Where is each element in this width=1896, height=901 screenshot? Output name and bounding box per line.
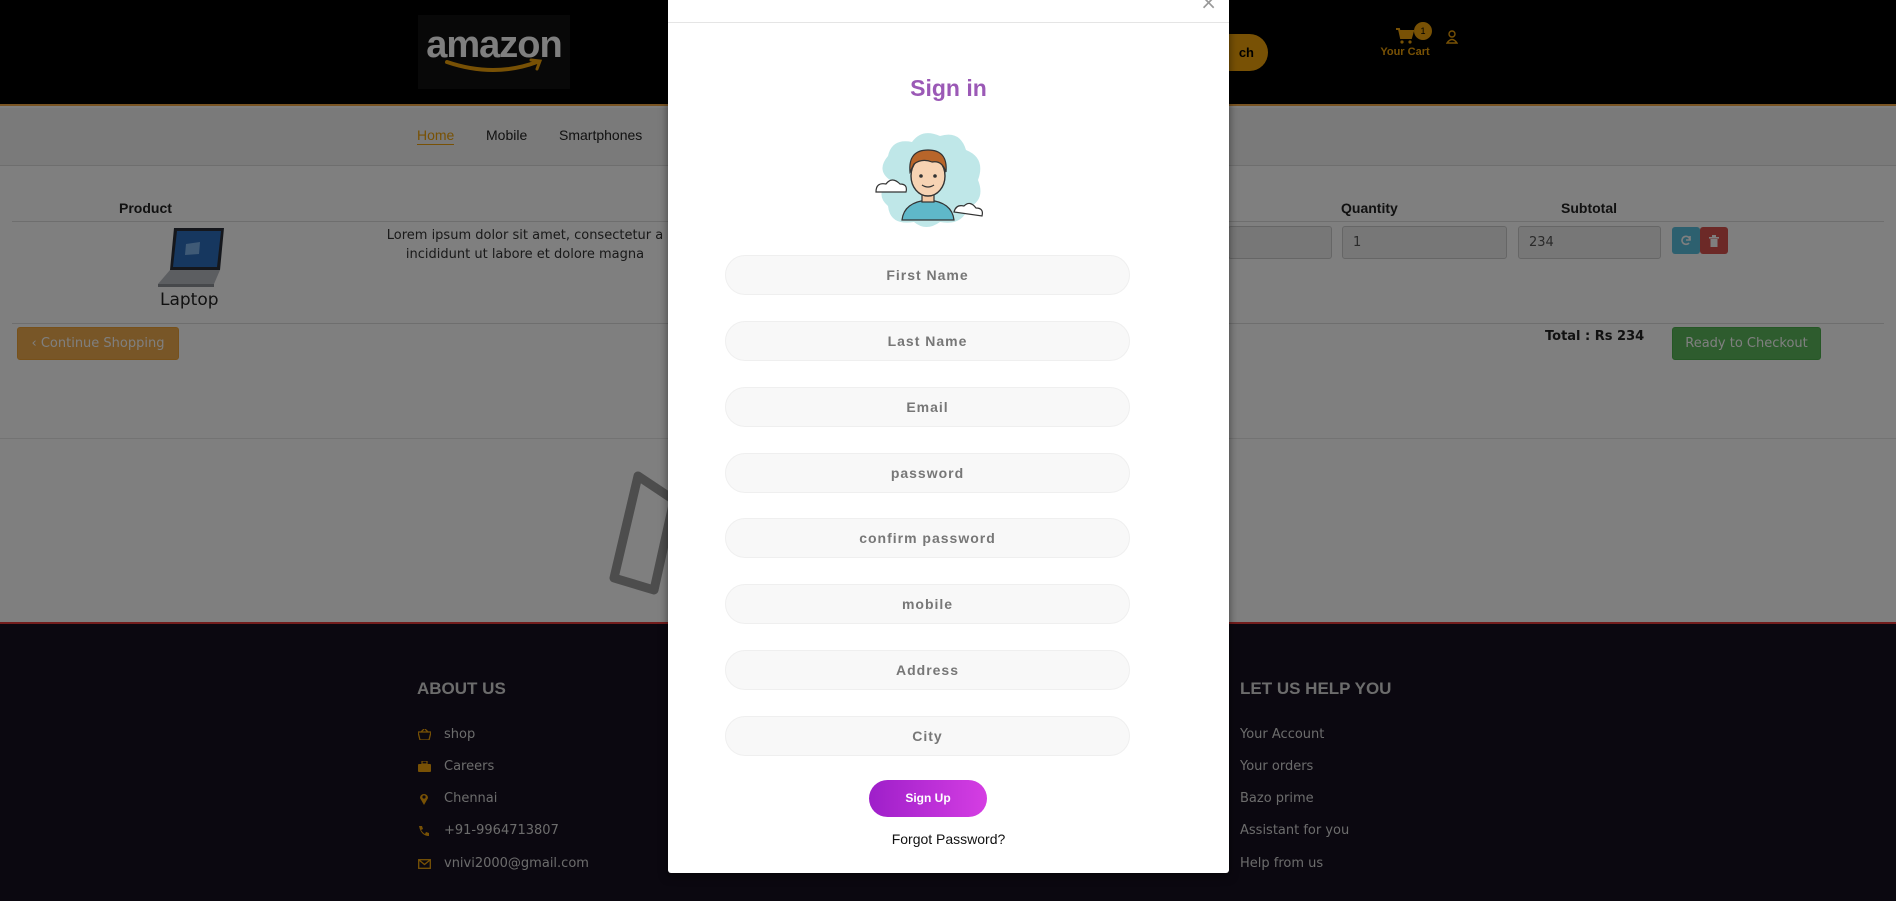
email-input[interactable]: Email (725, 387, 1130, 427)
signin-modal: × Sign in First Name Last Name Email pas… (668, 0, 1229, 873)
password-input[interactable]: password (725, 453, 1130, 493)
first-name-input[interactable]: First Name (725, 255, 1130, 295)
last-name-input[interactable]: Last Name (725, 321, 1130, 361)
mobile-input[interactable]: mobile (725, 584, 1130, 624)
forgot-password-link[interactable]: Forgot Password? (668, 831, 1229, 847)
address-input[interactable]: Address (725, 650, 1130, 690)
user-avatar-illustration (875, 133, 983, 227)
close-icon[interactable]: × (1200, 0, 1217, 12)
modal-title: Sign in (910, 75, 987, 101)
confirm-password-input[interactable]: confirm password (725, 518, 1130, 558)
signup-button[interactable]: Sign Up (869, 780, 987, 817)
modal-header: × (668, 0, 1229, 23)
city-input[interactable]: City (725, 716, 1130, 756)
